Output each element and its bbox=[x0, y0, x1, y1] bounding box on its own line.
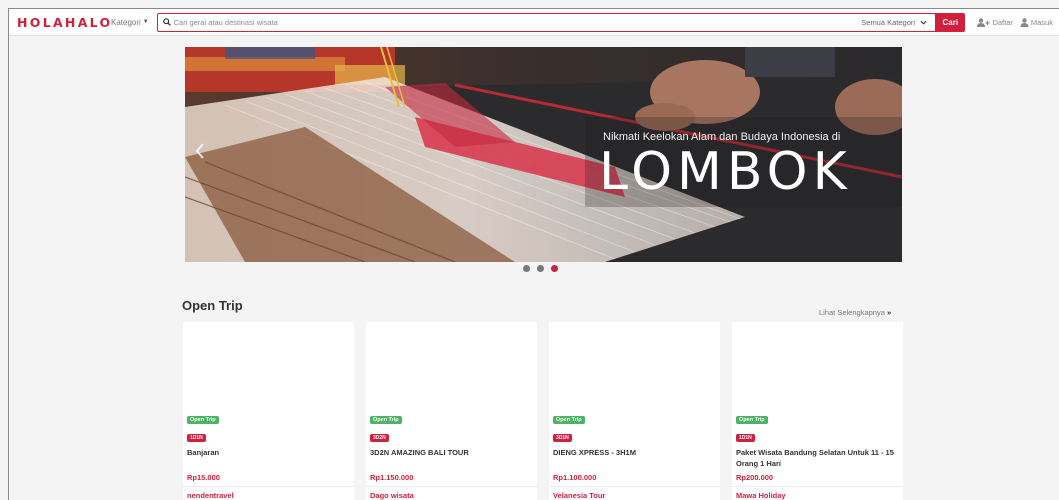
logo[interactable]: HOLAHALO bbox=[17, 15, 111, 30]
page-frame: HOLAHALO Kategori ▼ Semua Kategori Cari … bbox=[8, 8, 1059, 500]
register-link[interactable]: Daftar bbox=[977, 17, 1013, 27]
card-price: Rp1.150.000 bbox=[370, 473, 414, 482]
top-navbar: HOLAHALO Kategori ▼ Semua Kategori Cari … bbox=[9, 9, 1059, 36]
card-image bbox=[183, 322, 354, 408]
card-divider bbox=[183, 486, 354, 487]
trip-card[interactable]: Open Trip 1D1N Paket Wisata Bandung Sela… bbox=[732, 322, 903, 500]
card-vendor[interactable]: Velanesia Tour bbox=[553, 491, 605, 500]
card-title[interactable]: 3D2N AMAZING BALI TOUR bbox=[370, 447, 533, 471]
card-title[interactable]: Banjaran bbox=[187, 447, 350, 471]
card-price: Rp1.100.000 bbox=[553, 473, 597, 482]
category-select[interactable]: Semua Kategori bbox=[861, 18, 927, 27]
search-button[interactable]: Cari bbox=[935, 12, 966, 32]
auth-links: Daftar Masuk bbox=[977, 18, 1059, 27]
duration-badge: 1D1N bbox=[736, 434, 755, 442]
card-vendor[interactable]: Dago wisata bbox=[370, 491, 414, 500]
register-label: Daftar bbox=[992, 17, 1013, 27]
section-title-open-trip: Open Trip bbox=[182, 298, 243, 313]
trip-card[interactable]: Open Trip 3D2N 3D2N AMAZING BALI TOUR Rp… bbox=[366, 322, 537, 500]
card-divider bbox=[732, 486, 903, 487]
card-image bbox=[366, 322, 537, 408]
open-trip-badge: Open Trip bbox=[370, 416, 402, 424]
caret-down-icon: ▼ bbox=[142, 19, 149, 25]
trip-card[interactable]: Open Trip 1D1N Banjaran Rp15.000 nendent… bbox=[183, 322, 354, 500]
see-more-link[interactable]: Lihat Selengkapnya » bbox=[819, 308, 891, 317]
card-title[interactable]: Paket Wisata Bandung Selatan Untuk 11 - … bbox=[736, 447, 899, 471]
double-chevron-right-icon: » bbox=[886, 308, 892, 317]
card-divider bbox=[549, 486, 720, 487]
card-vendor[interactable]: Mawa Holiday bbox=[736, 491, 786, 500]
login-label: Masuk bbox=[1030, 17, 1053, 27]
card-price: Rp200.000 bbox=[736, 473, 774, 482]
login-link[interactable]: Masuk bbox=[1020, 18, 1053, 27]
search-input[interactable] bbox=[173, 14, 862, 30]
trip-card[interactable]: Open Trip 3D1N DIENG XPRESS - 3H1M Rp1.1… bbox=[549, 322, 720, 500]
open-trip-badge: Open Trip bbox=[187, 416, 219, 424]
card-title[interactable]: DIENG XPRESS - 3H1M bbox=[553, 447, 716, 471]
add-user-icon bbox=[977, 17, 990, 27]
card-divider bbox=[366, 486, 537, 487]
duration-badge: 3D1N bbox=[553, 434, 572, 442]
open-trip-badge: Open Trip bbox=[736, 416, 768, 424]
open-trip-badge: Open Trip bbox=[553, 416, 585, 424]
card-price: Rp15.000 bbox=[187, 473, 220, 482]
kategori-label: Kategori bbox=[111, 17, 141, 27]
search-icon bbox=[160, 18, 174, 26]
search-box: Semua Kategori bbox=[156, 12, 937, 32]
carousel-dot[interactable] bbox=[523, 265, 530, 272]
category-select-value: Semua Kategori bbox=[861, 17, 916, 27]
card-image bbox=[732, 322, 903, 408]
carousel-dot[interactable] bbox=[537, 265, 544, 272]
duration-badge: 3D2N bbox=[370, 434, 389, 442]
hero-banner[interactable]: Nikmati Keelokan Alam dan Budaya Indones… bbox=[185, 47, 902, 262]
chevron-down-icon bbox=[920, 18, 927, 27]
card-image bbox=[549, 322, 720, 408]
card-vendor[interactable]: nendentravel bbox=[187, 491, 234, 500]
carousel-dots bbox=[523, 265, 565, 272]
user-icon bbox=[1020, 17, 1029, 27]
chevron-left-icon[interactable] bbox=[192, 141, 208, 161]
carousel-dot-active[interactable] bbox=[551, 265, 558, 272]
duration-badge: 1D1N bbox=[187, 434, 206, 442]
see-more-label: Lihat Selengkapnya bbox=[819, 308, 885, 317]
banner-title: LOMBOK bbox=[599, 142, 852, 202]
kategori-menu[interactable]: Kategori ▼ bbox=[111, 18, 157, 27]
